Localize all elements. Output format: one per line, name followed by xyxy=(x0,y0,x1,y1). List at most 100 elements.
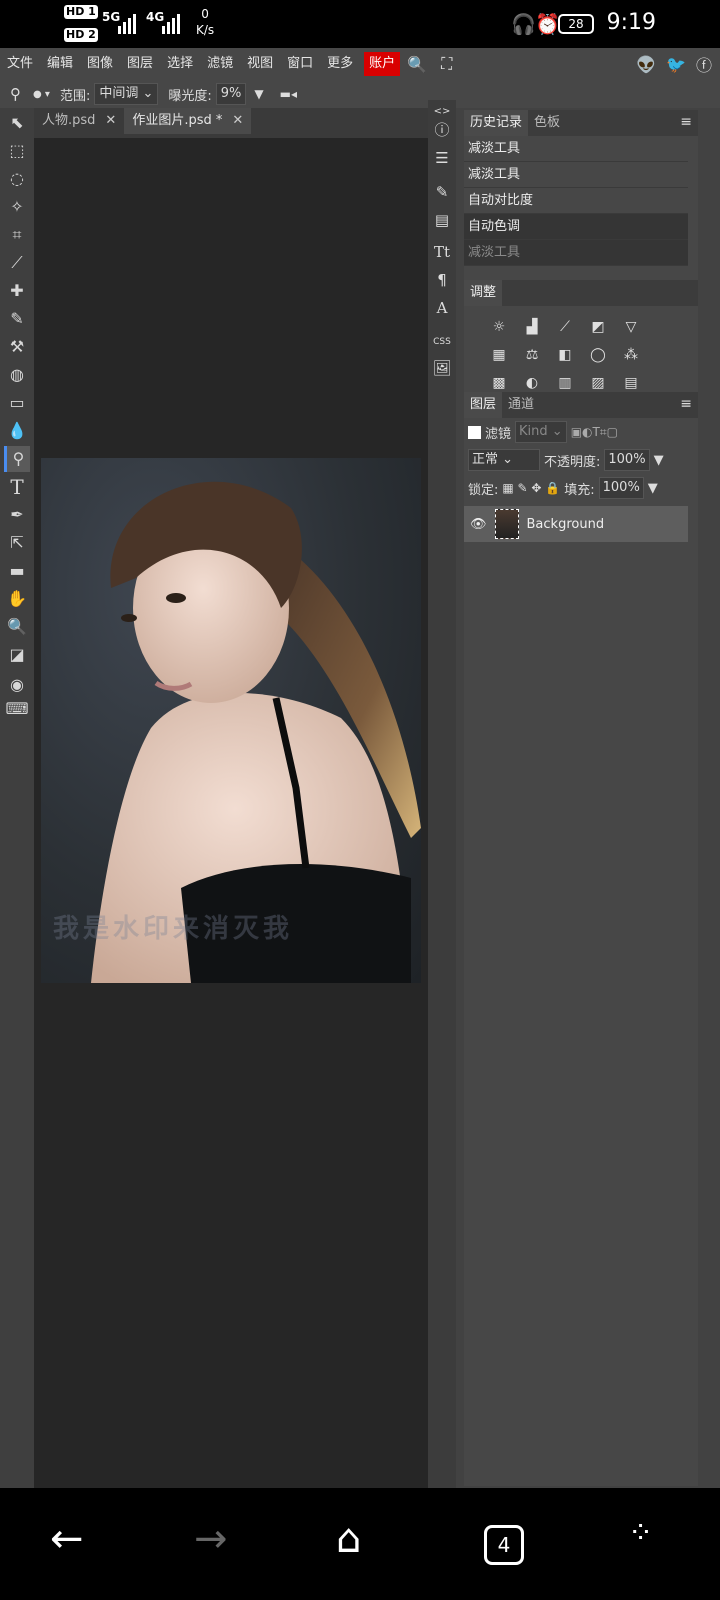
tab-history[interactable]: 历史记录 xyxy=(464,110,529,136)
tab-document-2[interactable]: 作业图片.psd * ✕ xyxy=(124,108,252,134)
facebook-icon[interactable]: ⓕ xyxy=(696,52,712,76)
image-panel-icon[interactable]: 🖼 xyxy=(430,356,454,380)
vibrance-icon[interactable]: ▽ xyxy=(620,316,642,338)
exposure-input[interactable]: 9% xyxy=(215,83,247,105)
zoom-tool-icon[interactable]: 🔍 xyxy=(4,614,30,640)
tab-adjustments[interactable]: 调整 xyxy=(464,280,503,306)
photo-filter-icon[interactable]: ◯ xyxy=(587,344,609,366)
kind-select[interactable]: Kind ⌄ xyxy=(515,421,567,443)
healing-brush-icon[interactable]: ✚ xyxy=(4,278,30,304)
color-lookup-icon[interactable]: ▩ xyxy=(488,372,510,394)
adjustments-sliders-icon[interactable]: ☰ xyxy=(430,146,454,170)
shape-tool-icon[interactable]: ▬ xyxy=(4,558,30,584)
blur-tool-icon[interactable]: 💧 xyxy=(4,418,30,444)
home-icon[interactable]: ⌂ xyxy=(336,1516,361,1562)
menu-more[interactable]: 更多 xyxy=(320,48,360,80)
eraser-tool-icon[interactable]: ◍ xyxy=(4,362,30,388)
account-button[interactable]: 账户 xyxy=(364,52,401,76)
hue-saturation-icon[interactable]: ▦ xyxy=(488,344,510,366)
filter-type-icons[interactable]: ▣◐T⌗▢ xyxy=(571,425,618,440)
menu-window[interactable]: 窗口 xyxy=(280,48,320,80)
quick-mask-icon[interactable]: ◉ xyxy=(4,672,30,698)
close-icon[interactable]: ✕ xyxy=(105,108,116,134)
keyboard-icon[interactable]: ⌨ xyxy=(4,696,30,722)
history-item[interactable]: 减淡工具 xyxy=(464,162,688,188)
menu-image[interactable]: 图像 xyxy=(80,48,120,80)
lasso-tool-icon[interactable]: ◌ xyxy=(4,166,30,192)
menu-view[interactable]: 视图 xyxy=(240,48,280,80)
crop-tool-icon[interactable]: ⌗ xyxy=(4,222,30,248)
history-item[interactable]: 减淡工具 xyxy=(464,136,688,162)
options-bar: ⚲ ● ▾ 范围: 中间调 ⌄ 曝光度: 9% ▼ ▬◂ xyxy=(0,80,720,108)
color-balance-icon[interactable]: ⚖ xyxy=(521,344,543,366)
black-white-icon[interactable]: ◧ xyxy=(554,344,576,366)
type-tool-icon[interactable]: T xyxy=(4,474,30,500)
glyphs-icon[interactable]: A xyxy=(430,296,454,320)
curves-icon[interactable]: ⟋ xyxy=(554,316,576,338)
channel-mixer-icon[interactable]: ⁂ xyxy=(620,344,642,366)
marquee-tool-icon[interactable]: ⬚ xyxy=(4,138,30,164)
forward-icon[interactable]: → xyxy=(194,1516,228,1562)
hand-tool-icon[interactable]: ✋ xyxy=(4,586,30,612)
brush-settings-icon[interactable]: ✎ xyxy=(430,180,454,204)
menu-layer[interactable]: 图层 xyxy=(120,48,160,80)
eye-visibility-icon[interactable]: 👁 xyxy=(470,517,487,532)
blend-mode-select[interactable]: 正常 ⌄ xyxy=(468,449,540,471)
css-icon[interactable]: CSS xyxy=(430,330,454,354)
close-icon[interactable]: ✕ xyxy=(232,108,243,134)
fill-dropdown-icon[interactable]: ▼ xyxy=(648,481,658,496)
character-panel-icon[interactable]: Tt xyxy=(430,240,454,264)
threshold-icon[interactable]: ▨ xyxy=(587,372,609,394)
move-tool-icon[interactable]: ⬉ xyxy=(4,110,30,136)
range-select[interactable]: 中间调 ⌄ xyxy=(94,83,159,105)
clone-stamp-icon[interactable]: ⚒ xyxy=(4,334,30,360)
tab-document-1[interactable]: 人物.psd ✕ xyxy=(34,108,124,134)
history-item[interactable]: 自动对比度 xyxy=(464,188,688,214)
menu-select[interactable]: 选择 xyxy=(160,48,200,80)
invert-icon[interactable]: ◐ xyxy=(521,372,543,394)
color-swatches-icon[interactable]: ◪ xyxy=(4,642,30,668)
paragraph-icon[interactable]: ¶ xyxy=(430,268,454,292)
opacity-dropdown-icon[interactable]: ▼ xyxy=(654,453,664,468)
panel-menu-icon[interactable]: ≡ xyxy=(680,114,692,130)
brush-preset-picker[interactable]: ● ▾ xyxy=(33,89,50,100)
search-icon[interactable]: 🔍 xyxy=(400,55,434,74)
filter-checkbox[interactable] xyxy=(468,425,481,439)
airbrush-icon[interactable]: ▬◂ xyxy=(280,87,297,101)
exposure-dropdown-icon[interactable]: ▼ xyxy=(254,87,263,101)
reddit-icon[interactable]: 👽 xyxy=(636,55,656,74)
tab-layers[interactable]: 图层 xyxy=(464,392,503,418)
history-item-undone[interactable]: 减淡工具 xyxy=(464,240,688,266)
layer-row-background[interactable]: 👁 Background xyxy=(464,506,688,542)
gradient-tool-icon[interactable]: ▭ xyxy=(4,390,30,416)
fullscreen-icon[interactable]: ⛶ xyxy=(434,54,459,74)
tab-channels[interactable]: 通道 xyxy=(502,392,540,418)
tab-swatches[interactable]: 色板 xyxy=(528,110,566,136)
tabs-count-button[interactable]: 4 xyxy=(484,1516,524,1565)
levels-icon[interactable]: ▟ xyxy=(521,316,543,338)
info-icon[interactable]: ⓘ xyxy=(430,118,454,142)
magic-wand-icon[interactable]: ✧ xyxy=(4,194,30,220)
back-icon[interactable]: ← xyxy=(50,1516,84,1562)
dodge-tool-button[interactable]: ⚲ xyxy=(4,446,30,472)
fill-input[interactable]: 100% xyxy=(598,477,644,499)
path-select-icon[interactable]: ⇱ xyxy=(4,530,30,556)
opacity-input[interactable]: 100% xyxy=(604,449,650,471)
brush-tool-icon[interactable]: ✎ xyxy=(4,306,30,332)
twitter-icon[interactable]: 🐦 xyxy=(666,55,686,74)
brightness-contrast-icon[interactable]: ☼ xyxy=(488,316,510,338)
history-item-current[interactable]: 自动色调 xyxy=(464,214,688,240)
lock-options-icons[interactable]: ▦ ✎ ✥ 🔒 xyxy=(502,481,560,495)
canvas-image[interactable]: 我是水印来消灭我 xyxy=(41,458,421,983)
more-options-icon[interactable]: ⁘ xyxy=(628,1516,653,1551)
panel-menu-icon[interactable]: ≡ xyxy=(680,396,692,412)
posterize-icon[interactable]: ▥ xyxy=(554,372,576,394)
eyedropper-icon[interactable]: ⟋ xyxy=(4,250,30,276)
exposure-icon[interactable]: ◩ xyxy=(587,316,609,338)
gradient-map-icon[interactable]: ▤ xyxy=(620,372,642,394)
pen-tool-icon[interactable]: ✒ xyxy=(4,502,30,528)
menu-edit[interactable]: 编辑 xyxy=(40,48,80,80)
character-style-icon[interactable]: ▤ xyxy=(430,208,454,232)
menu-filter[interactable]: 滤镜 xyxy=(200,48,240,80)
menu-file[interactable]: 文件 xyxy=(0,48,40,80)
